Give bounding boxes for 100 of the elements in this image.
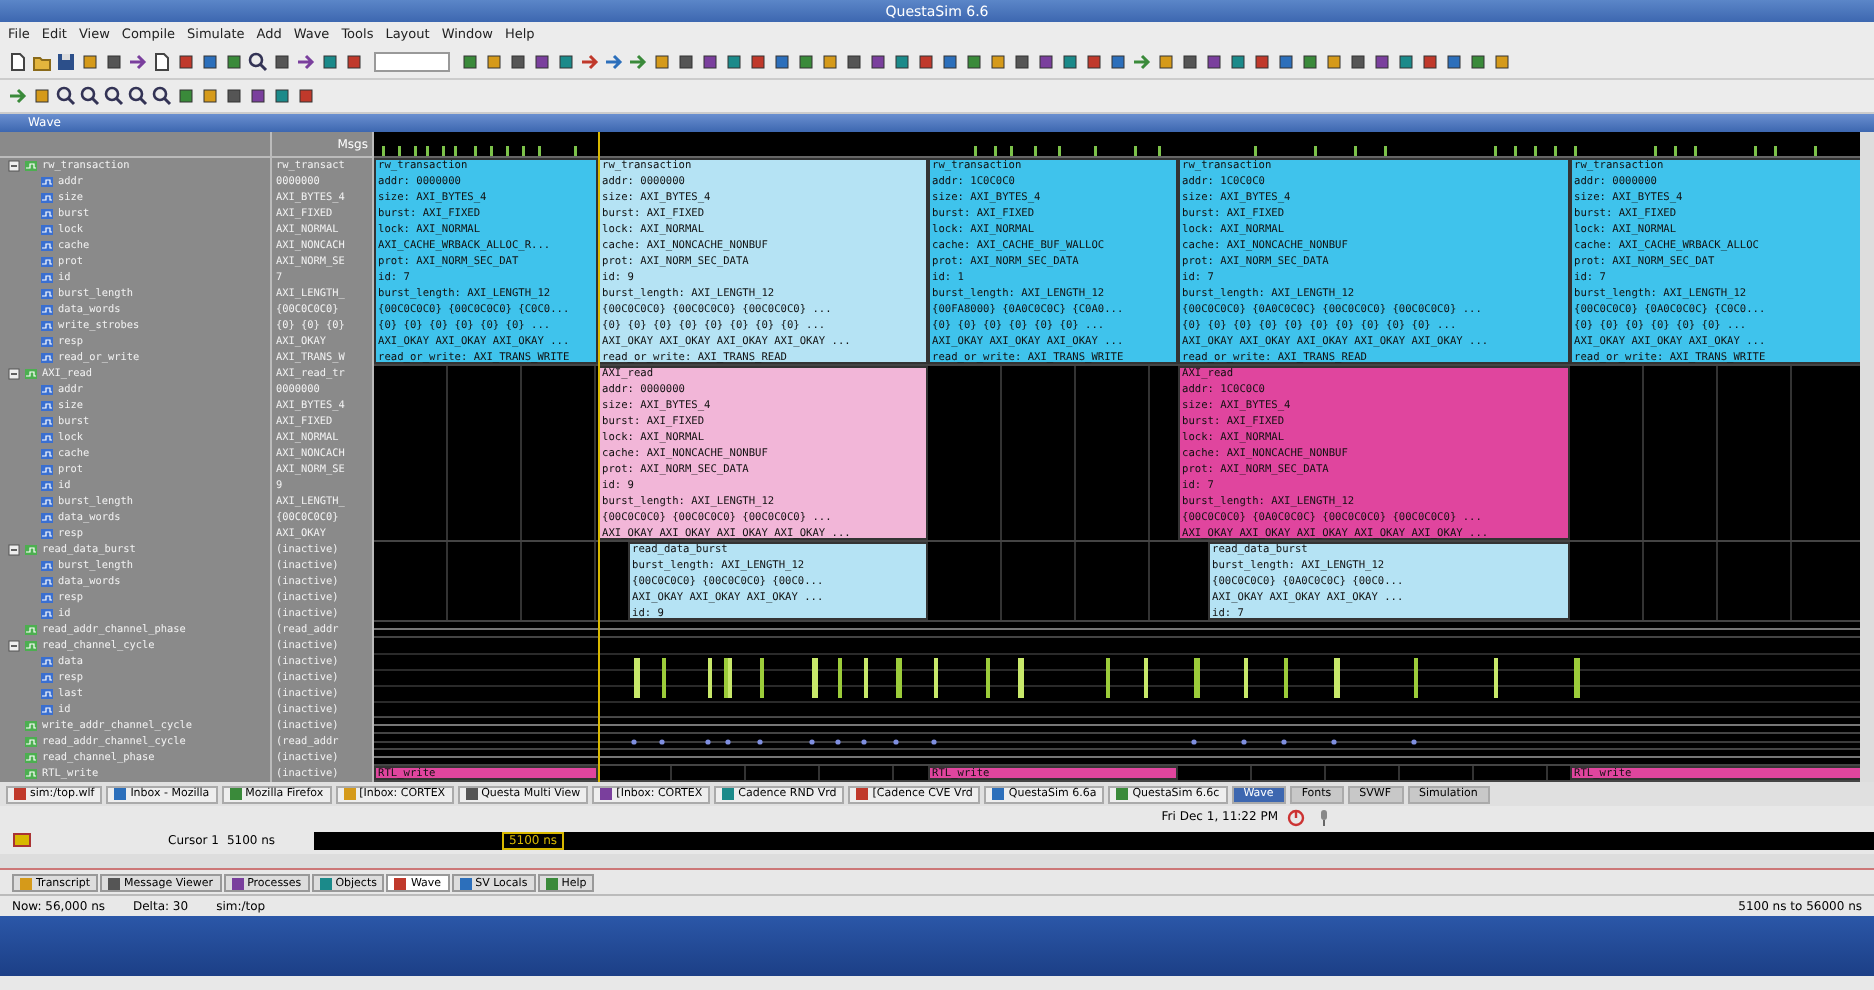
square-icon[interactable] [652,52,672,72]
square-icon[interactable] [1300,52,1320,72]
zoom-icon[interactable] [104,86,124,106]
square-icon[interactable] [1084,52,1104,72]
zoom-icon[interactable] [248,52,268,72]
arrow-icon[interactable] [604,52,624,72]
arrow-icon[interactable] [8,86,28,106]
square-icon[interactable] [1324,52,1344,72]
arrow-icon[interactable] [128,52,148,72]
arrow-icon[interactable] [580,52,600,72]
signal-icon [24,720,38,732]
square-icon[interactable] [724,52,744,72]
square-icon[interactable] [1492,52,1512,72]
power-icon[interactable] [1286,807,1306,827]
square-icon[interactable] [1204,52,1224,72]
zoom-icon[interactable] [56,86,76,106]
square-icon[interactable] [1108,52,1128,72]
zoom-icon[interactable] [152,86,172,106]
square-icon[interactable] [988,52,1008,72]
transaction[interactable] [928,158,1178,364]
transaction[interactable] [598,158,928,364]
square-icon[interactable] [964,52,984,72]
transaction[interactable] [1178,366,1570,540]
arrow-icon[interactable] [628,52,648,72]
square-icon[interactable] [916,52,936,72]
tab-icon [394,877,407,889]
toolbar-field[interactable] [374,52,450,72]
square-icon[interactable] [844,52,864,72]
square-icon[interactable] [748,52,768,72]
square-icon[interactable] [1252,52,1272,72]
square-icon[interactable] [892,52,912,72]
collapse-icon[interactable] [8,544,20,556]
square-icon[interactable] [1060,52,1080,72]
square-icon[interactable] [796,52,816,72]
square-icon[interactable] [272,86,292,106]
square-icon[interactable] [1420,52,1440,72]
signal-icon [24,544,38,556]
square-icon[interactable] [1180,52,1200,72]
signal-icon [40,192,54,204]
square-icon[interactable] [320,52,340,72]
arrow-icon[interactable] [1132,52,1152,72]
document-icon[interactable] [152,52,172,72]
signal-icon [40,352,54,364]
collapse-icon[interactable] [8,368,20,380]
square-icon[interactable] [676,52,696,72]
square-icon[interactable] [1036,52,1056,72]
square-icon[interactable] [1396,52,1416,72]
signal-icon [40,256,54,268]
square-icon[interactable] [532,52,552,72]
signal-icon [40,512,54,524]
square-icon[interactable] [200,52,220,72]
signal-icon [24,624,38,636]
square-icon[interactable] [772,52,792,72]
cursor-icon[interactable] [12,830,32,850]
square-icon[interactable] [344,52,364,72]
square-icon[interactable] [272,52,292,72]
collapse-icon[interactable] [8,640,20,652]
square-icon[interactable] [940,52,960,72]
signal-icon [40,288,54,300]
square-icon[interactable] [32,86,52,106]
square-icon[interactable] [1276,52,1296,72]
signal-icon [40,672,54,684]
scrollbar[interactable] [0,854,1874,870]
signal-icon [40,464,54,476]
square-icon[interactable] [80,52,100,72]
square-icon[interactable] [508,52,528,72]
square-icon[interactable] [1348,52,1368,72]
square-icon[interactable] [224,86,244,106]
zoom-icon[interactable] [80,86,100,106]
document-icon[interactable] [8,52,28,72]
square-icon[interactable] [176,52,196,72]
square-icon[interactable] [1468,52,1488,72]
square-icon[interactable] [1444,52,1464,72]
square-icon[interactable] [460,52,480,72]
scrollbar[interactable] [1860,132,1874,782]
square-icon[interactable] [868,52,888,72]
square-icon[interactable] [1012,52,1032,72]
square-icon[interactable] [484,52,504,72]
arrow-icon[interactable] [296,52,316,72]
transaction[interactable] [1178,158,1570,364]
square-icon[interactable] [700,52,720,72]
transaction[interactable] [1570,158,1860,364]
square-icon[interactable] [1156,52,1176,72]
square-icon[interactable] [200,86,220,106]
folder-icon[interactable] [32,52,52,72]
square-icon[interactable] [248,86,268,106]
signal-icon [40,608,54,620]
window-icon [600,788,613,800]
square-icon[interactable] [1228,52,1248,72]
square-icon[interactable] [556,52,576,72]
transaction[interactable] [374,158,598,364]
square-icon[interactable] [820,52,840,72]
square-icon[interactable] [176,86,196,106]
square-icon[interactable] [1372,52,1392,72]
transaction[interactable] [598,366,928,540]
zoom-icon[interactable] [128,86,148,106]
collapse-icon[interactable] [8,160,20,172]
square-icon[interactable] [224,52,244,72]
square-icon[interactable] [296,86,316,106]
square-icon[interactable] [104,52,124,72]
